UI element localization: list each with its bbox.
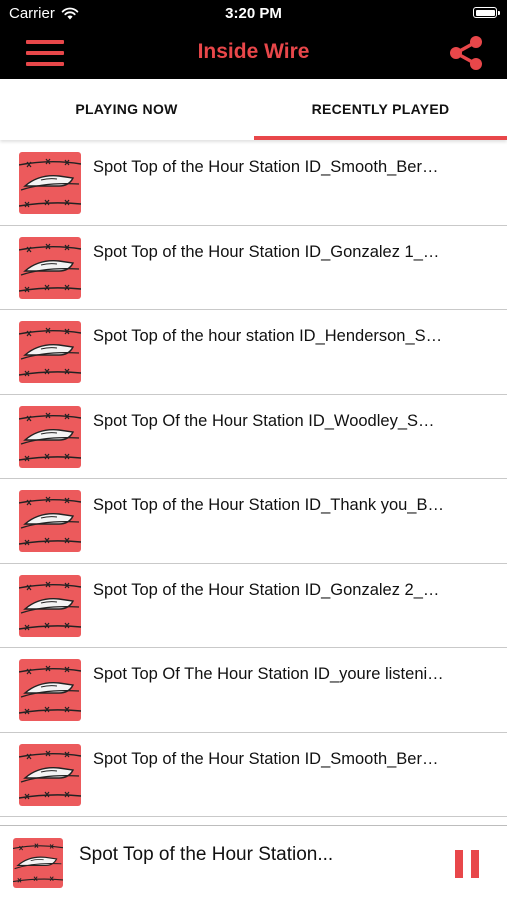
barbed-wire-icon: [19, 659, 81, 721]
now-playing-thumbnail: [13, 838, 63, 888]
track-title: Spot Top Of the Hour Station ID_Woodley_…: [93, 411, 435, 430]
track-thumbnail: [19, 236, 81, 299]
track-thumbnail: [19, 659, 81, 721]
top-bar: Carrier 3:20 PM Inside Wire: [0, 0, 507, 79]
track-thumbnail: [19, 405, 81, 468]
track-title: Spot Top of the Hour Station ID_Smooth_B…: [93, 158, 439, 176]
list-item[interactable]: Spot Top of the Hour Station ID_Thank yo…: [0, 479, 507, 564]
barbed-wire-icon: [19, 490, 81, 552]
barbed-wire-icon: [13, 838, 63, 888]
battery-icon: [473, 7, 500, 18]
pause-icon[interactable]: [455, 850, 479, 878]
nav-bar: Inside Wire: [0, 28, 507, 79]
track-title: Spot Top of the Hour Station ID_Smooth_B…: [93, 749, 439, 768]
tab-playing-now[interactable]: PLAYING NOW: [0, 79, 253, 140]
barbed-wire-icon: [19, 152, 81, 214]
status-bar: Carrier 3:20 PM: [0, 0, 507, 28]
list-item[interactable]: Spot Top of the Hour Station ID_Gonzalez…: [0, 226, 507, 310]
track-title: Spot Top of the Hour Station ID_Gonzalez…: [93, 242, 440, 261]
share-icon[interactable]: [447, 34, 485, 72]
track-title: Spot Top Of The Hour Station ID_youre li…: [93, 665, 444, 683]
track-title: Spot Top of the Hour Station ID_Thank yo…: [93, 496, 444, 514]
list-item[interactable]: Spot Top of the Hour Station ID_Smooth_B…: [0, 141, 507, 226]
barbed-wire-icon: [19, 321, 81, 383]
status-time: 3:20 PM: [225, 5, 282, 22]
recently-played-list: Spot Top of the Hour Station ID_Smooth_B…: [0, 141, 507, 817]
barbed-wire-icon: [19, 574, 81, 637]
track-thumbnail: [19, 490, 81, 552]
now-playing-title: Spot Top of the Hour Station...: [79, 844, 334, 865]
app-title: Inside Wire: [197, 40, 310, 63]
list-item[interactable]: Spot Top Of the Hour Station ID_Woodley_…: [0, 395, 507, 479]
track-title: Spot Top of the hour station ID_Henderso…: [93, 327, 443, 345]
track-thumbnail: [19, 574, 81, 637]
tab-selected-indicator: [254, 136, 507, 140]
track-thumbnail: [19, 321, 81, 383]
list-item[interactable]: Spot Top of the Hour Station ID_Smooth_B…: [0, 733, 507, 817]
barbed-wire-icon: [19, 743, 81, 806]
track-thumbnail: [19, 743, 81, 806]
tab-bar: PLAYING NOW RECENTLY PLAYED: [0, 79, 507, 140]
list-item[interactable]: Spot Top Of The Hour Station ID_youre li…: [0, 648, 507, 733]
track-title: Spot Top of the Hour Station ID_Gonzalez…: [93, 580, 440, 599]
barbed-wire-icon: [19, 236, 81, 299]
list-item[interactable]: Spot Top of the hour station ID_Henderso…: [0, 310, 507, 395]
track-thumbnail: [19, 152, 81, 214]
mini-player[interactable]: Spot Top of the Hour Station...: [0, 825, 507, 900]
tab-recently-played[interactable]: RECENTLY PLAYED: [254, 79, 507, 140]
list-item[interactable]: Spot Top of the Hour Station ID_Gonzalez…: [0, 564, 507, 648]
barbed-wire-icon: [19, 405, 81, 468]
